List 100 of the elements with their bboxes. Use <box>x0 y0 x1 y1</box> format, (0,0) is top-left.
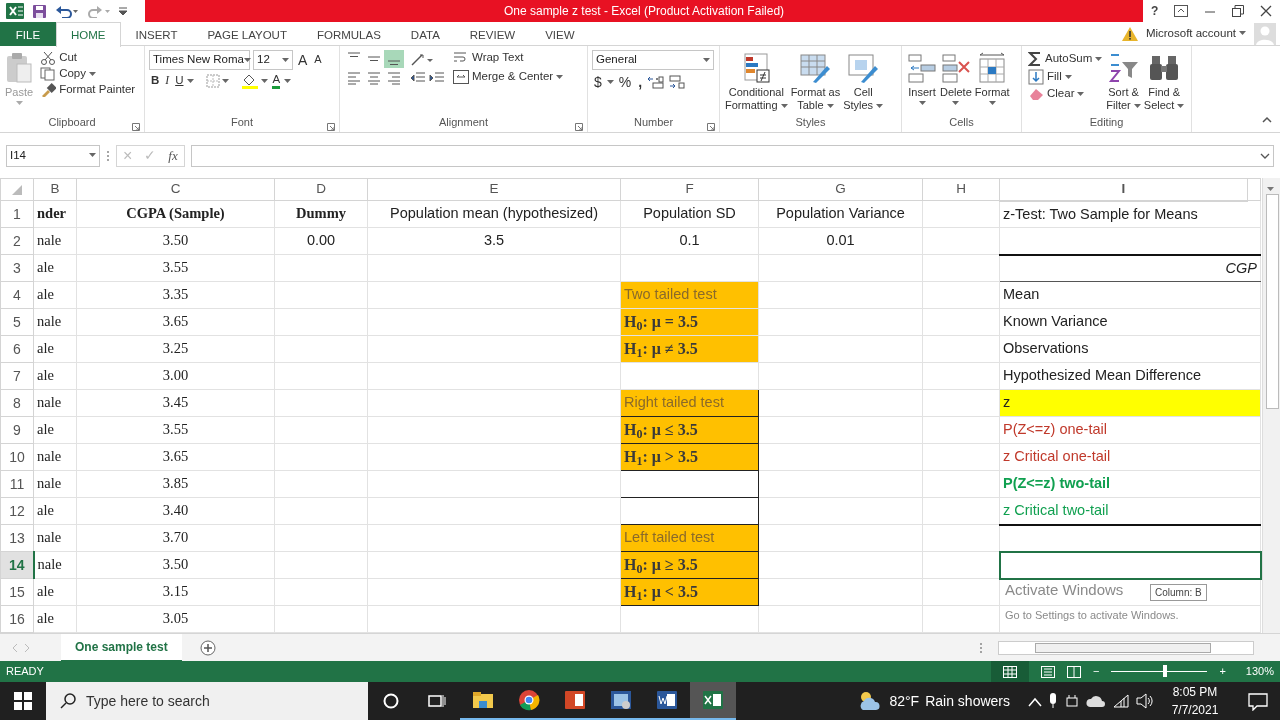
caret-icon[interactable] <box>1077 91 1085 97</box>
font-color-button[interactable]: A <box>270 73 283 90</box>
caret-icon[interactable] <box>243 57 251 63</box>
zoom-in-button[interactable]: + <box>1219 663 1226 680</box>
format-button[interactable]: Format <box>973 50 1011 114</box>
add-sheet-icon[interactable] <box>199 640 216 657</box>
power-plug-icon[interactable] <box>1064 694 1080 708</box>
clear-button[interactable]: Clear <box>1026 86 1105 102</box>
caret-icon[interactable] <box>89 153 96 159</box>
column-header[interactable]: C <box>76 178 275 201</box>
caret-icon[interactable] <box>876 103 884 109</box>
vertical-align-button[interactable] <box>384 50 404 68</box>
delete-button[interactable]: Delete <box>939 50 973 114</box>
help-button[interactable]: ? <box>1150 2 1159 20</box>
column-header[interactable]: B <box>33 178 77 201</box>
caret-icon[interactable] <box>556 74 564 80</box>
expand-icon[interactable] <box>1260 152 1270 159</box>
column-header[interactable]: I <box>999 178 1248 201</box>
row-header[interactable]: 1 <box>0 200 34 228</box>
row-header[interactable]: 2 <box>0 227 34 255</box>
decrease-decimal-icon[interactable] <box>668 75 687 90</box>
close-icon[interactable] <box>1260 5 1272 17</box>
row-header[interactable]: 9 <box>0 416 34 444</box>
insert-function-button[interactable]: fx <box>168 145 178 166</box>
wifi-icon[interactable] <box>1112 693 1130 709</box>
copy-button[interactable]: Copy <box>38 66 138 82</box>
row-header[interactable]: 5 <box>0 308 34 336</box>
page-break-icon[interactable] <box>1067 665 1081 678</box>
caret-icon[interactable] <box>1177 103 1185 109</box>
active-cell[interactable] <box>999 551 1261 579</box>
ribbon-tab[interactable]: HOME <box>56 21 121 47</box>
fill-color-icon[interactable] <box>241 73 260 90</box>
row-header[interactable]: 6 <box>0 335 34 363</box>
dialog-launcher-icon[interactable] <box>327 123 335 132</box>
row-header[interactable]: 10 <box>0 443 34 471</box>
caret-icon[interactable] <box>222 78 230 84</box>
autosum-button[interactable]: AutoSum <box>1026 50 1105 68</box>
account-menu[interactable]: Microsoft account <box>1143 25 1248 42</box>
cut-button[interactable]: Cut <box>38 50 138 66</box>
ribbon-tab[interactable]: VIEW <box>530 21 590 46</box>
caret-icon[interactable] <box>988 101 996 107</box>
number-format-field[interactable]: General <box>592 50 714 70</box>
cortana-icon[interactable] <box>383 693 399 709</box>
row-header[interactable]: 15 <box>0 578 34 606</box>
caret-icon[interactable] <box>282 57 289 63</box>
cell-styles-button[interactable]: Cell Styles <box>842 50 885 114</box>
font-name-field[interactable]: Times New Roma <box>149 50 250 70</box>
zoom-slider-thumb[interactable] <box>1163 665 1168 677</box>
zoom-level[interactable]: 130% <box>1237 663 1274 680</box>
horizontal-scrollbar[interactable] <box>998 640 1254 655</box>
ribbon-display-icon[interactable] <box>1174 5 1189 17</box>
notification-icon[interactable] <box>1248 692 1268 711</box>
caret-icon[interactable] <box>187 78 195 84</box>
row-header[interactable]: 12 <box>0 497 34 525</box>
vertical-scrollbar[interactable] <box>1261 178 1280 633</box>
column-header[interactable]: H <box>922 178 1000 201</box>
caret-icon[interactable] <box>606 79 614 85</box>
increase-decimal-icon[interactable] <box>647 75 666 90</box>
caret-icon[interactable] <box>261 78 269 84</box>
zoom-out-button[interactable]: − <box>1093 663 1100 680</box>
dialog-launcher-icon[interactable] <box>132 123 140 132</box>
column-header[interactable]: E <box>367 178 621 201</box>
decrease-indent-icon[interactable] <box>410 71 426 85</box>
chevron-up-icon[interactable] <box>1028 696 1042 707</box>
caret-icon[interactable] <box>1095 56 1103 62</box>
caret-icon[interactable] <box>89 71 96 77</box>
row-header[interactable]: 13 <box>0 524 34 552</box>
ribbon-tab[interactable]: DATA <box>395 21 455 46</box>
percent-button[interactable]: % <box>616 73 634 92</box>
row-header[interactable]: 16 <box>0 605 34 633</box>
font-size-field[interactable]: 12 <box>253 50 293 70</box>
dialog-launcher-icon[interactable] <box>707 123 715 132</box>
fill-button[interactable]: Fill <box>1026 68 1105 86</box>
row-header[interactable]: 14 <box>0 551 34 579</box>
caret-icon[interactable] <box>284 78 292 84</box>
caret-icon[interactable] <box>703 57 710 63</box>
caret-icon[interactable] <box>1133 103 1141 109</box>
sheet-tab[interactable]: One sample test <box>61 633 182 662</box>
merge-center-button[interactable]: Merge & Center <box>451 69 566 85</box>
caret-icon[interactable] <box>1064 74 1072 80</box>
format-as-table-button[interactable]: Format as Table <box>789 50 842 114</box>
increase-indent-icon[interactable] <box>429 71 445 85</box>
speaker-icon[interactable] <box>1136 693 1154 709</box>
undo-icon[interactable] <box>55 4 79 18</box>
formula-field[interactable] <box>190 144 1274 167</box>
row-header[interactable]: 3 <box>0 254 34 282</box>
cloud-icon[interactable] <box>1086 694 1106 708</box>
row-header[interactable]: 7 <box>0 362 34 390</box>
orientation-icon[interactable] <box>410 52 434 67</box>
italic-button[interactable]: I <box>163 73 172 90</box>
caret-icon[interactable] <box>826 103 834 109</box>
clock[interactable]: 8:05 PM 7/7/2021 <box>1160 683 1230 719</box>
row-header[interactable]: 4 <box>0 281 34 309</box>
ribbon-tab[interactable]: INSERT <box>120 21 193 46</box>
file-tab[interactable]: FILE <box>0 21 56 46</box>
shrink-font-button[interactable]: A <box>312 52 324 68</box>
customize-icon[interactable] <box>119 6 127 16</box>
grow-font-button[interactable]: A <box>296 50 310 70</box>
dialog-launcher-icon[interactable] <box>575 123 583 132</box>
row-header[interactable]: 11 <box>0 470 34 498</box>
